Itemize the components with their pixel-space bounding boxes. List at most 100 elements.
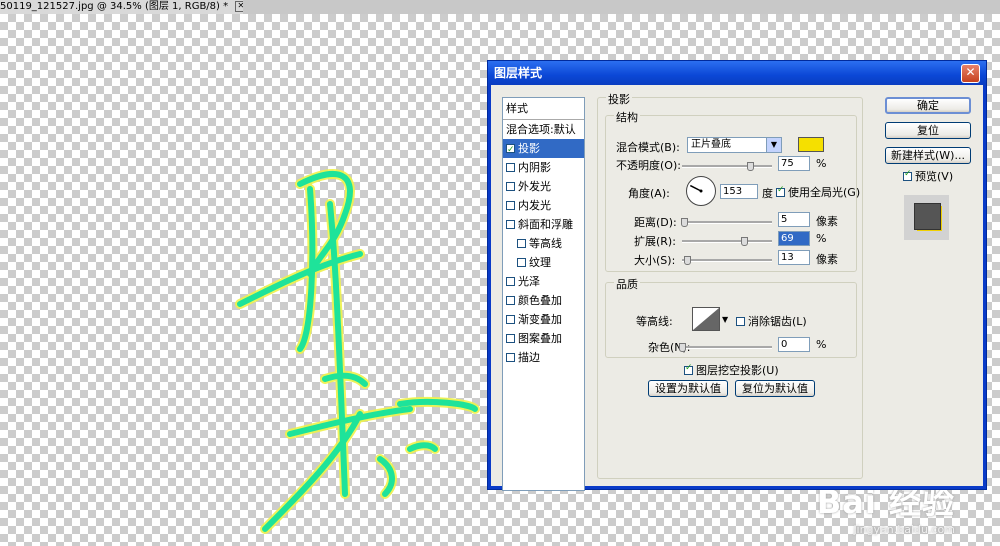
signature-glow: [235, 169, 480, 534]
noise-unit: %: [816, 338, 827, 351]
spread-input[interactable]: 69: [778, 231, 810, 246]
size-slider-thumb[interactable]: [683, 256, 691, 265]
style-list-item-label: 内阴影: [518, 161, 551, 174]
style-list-item-label: 混合选项:默认: [506, 123, 576, 136]
ok-button[interactable]: 确定: [885, 97, 971, 114]
style-list-item[interactable]: 混合选项:默认: [503, 120, 584, 139]
blend-mode-select[interactable]: 正片叠底 ▼: [687, 137, 782, 153]
checkbox-icon[interactable]: [506, 296, 515, 305]
chevron-down-icon: ▼: [766, 138, 781, 152]
contour-picker[interactable]: [692, 307, 720, 331]
contour-icon: [693, 308, 719, 330]
style-list-item-label: 描边: [518, 351, 540, 364]
make-default-button[interactable]: 设置为默认值: [648, 380, 728, 397]
size-unit: 像素: [816, 253, 838, 266]
preview-checkbox[interactable]: 预览(V): [903, 168, 953, 184]
style-list-item[interactable]: 外发光: [503, 177, 584, 196]
new-style-button[interactable]: 新建样式(W)...: [885, 147, 971, 164]
checkbox-icon[interactable]: [517, 239, 526, 248]
noise-input[interactable]: 0: [778, 337, 810, 352]
document-tab-title: 50119_121527.jpg @ 34.5% (图层 1, RGB/8) *: [0, 1, 229, 12]
style-list-item-label: 渐变叠加: [518, 313, 562, 326]
opacity-slider-thumb[interactable]: [746, 162, 754, 171]
anti-alias-label: 消除锯齿(L): [748, 315, 807, 328]
checkbox-icon[interactable]: [517, 258, 526, 267]
angle-unit: 度: [762, 187, 773, 200]
style-list-item[interactable]: 内发光: [503, 196, 584, 215]
global-light-label: 使用全局光(G): [788, 186, 861, 199]
style-list-item-label: 图案叠加: [518, 332, 562, 345]
spread-slider[interactable]: [682, 240, 772, 243]
style-list-item-label: 内发光: [518, 199, 551, 212]
style-list-header[interactable]: 样式: [503, 98, 584, 120]
style-list: 样式 混合选项:默认投影内阴影外发光内发光斜面和浮雕等高线纹理光泽颜色叠加渐变叠…: [502, 97, 585, 491]
style-list-item[interactable]: 等高线: [503, 234, 584, 253]
checkbox-icon: [903, 169, 912, 181]
size-label: 大小(S):: [634, 254, 676, 267]
distance-unit: 像素: [816, 215, 838, 228]
style-list-item-label: 纹理: [529, 256, 551, 269]
close-icon[interactable]: ✕: [235, 0, 243, 12]
checkbox-icon[interactable]: [506, 182, 515, 191]
style-list-item-label: 光泽: [518, 275, 540, 288]
distance-label: 距离(D):: [634, 216, 677, 229]
spread-label: 扩展(R):: [634, 235, 676, 248]
preview-layer: [914, 203, 941, 230]
watermark-url: jingyan.baidu.com: [853, 523, 955, 536]
shadow-color-swatch[interactable]: [798, 137, 824, 152]
style-list-item-label: 斜面和浮雕: [518, 218, 573, 231]
opacity-unit: %: [816, 157, 827, 170]
style-list-item[interactable]: 图案叠加: [503, 329, 584, 348]
reset-button[interactable]: 复位: [885, 122, 971, 139]
style-list-item[interactable]: 描边: [503, 348, 584, 367]
distance-input[interactable]: 5: [778, 212, 810, 227]
drop-shadow-group: 投影 结构 混合模式(B): 正片叠底 ▼ 不透明度(O): 75 % 角度(A…: [597, 91, 863, 479]
checkbox-icon[interactable]: [506, 277, 515, 286]
style-list-item-label: 外发光: [518, 180, 551, 193]
size-slider[interactable]: [682, 259, 772, 262]
angle-dial[interactable]: [686, 176, 716, 206]
style-list-item[interactable]: 纹理: [503, 253, 584, 272]
style-list-item[interactable]: 渐变叠加: [503, 310, 584, 329]
dialog-body: 样式 混合选项:默认投影内阴影外发光内发光斜面和浮雕等高线纹理光泽颜色叠加渐变叠…: [491, 85, 983, 491]
reset-default-button[interactable]: 复位为默认值: [735, 380, 815, 397]
angle-input[interactable]: 153: [720, 184, 758, 199]
knockout-checkbox[interactable]: 图层挖空投影(U): [684, 362, 779, 378]
quality-title: 品质: [614, 276, 640, 292]
checkbox-icon: [736, 317, 745, 326]
structure-title: 结构: [614, 109, 640, 125]
noise-slider-thumb[interactable]: [679, 343, 686, 352]
distance-slider-thumb[interactable]: [680, 218, 688, 227]
dialog-titlebar[interactable]: 图层样式 ✕: [488, 61, 986, 85]
noise-slider[interactable]: [682, 346, 772, 349]
chevron-down-icon[interactable]: ▼: [722, 315, 728, 324]
anti-alias-checkbox[interactable]: 消除锯齿(L): [736, 313, 807, 329]
checkbox-icon[interactable]: [506, 220, 515, 229]
checkbox-icon[interactable]: [506, 353, 515, 362]
style-list-item[interactable]: 光泽: [503, 272, 584, 291]
checkbox-icon[interactable]: [506, 163, 515, 172]
structure-group: 结构 混合模式(B): 正片叠底 ▼ 不透明度(O): 75 % 角度(A):: [605, 109, 860, 272]
checkbox-icon[interactable]: [506, 334, 515, 343]
spread-unit: %: [816, 232, 827, 245]
opacity-slider[interactable]: [682, 165, 772, 168]
checkbox-icon[interactable]: [506, 315, 515, 324]
style-list-item[interactable]: 内阴影: [503, 158, 584, 177]
style-list-item[interactable]: 斜面和浮雕: [503, 215, 584, 234]
checkbox-icon[interactable]: [506, 141, 515, 160]
preview-label: 预览(V): [915, 170, 954, 183]
checkbox-icon[interactable]: [506, 201, 515, 210]
close-button[interactable]: ✕: [961, 64, 980, 83]
opacity-input[interactable]: 75: [778, 156, 810, 171]
size-input[interactable]: 13: [778, 250, 810, 265]
style-list-item[interactable]: 颜色叠加: [503, 291, 584, 310]
distance-slider[interactable]: [682, 221, 772, 224]
style-list-item-label: 投影: [518, 142, 540, 155]
global-light-checkbox[interactable]: 使用全局光(G): [776, 184, 860, 200]
document-tab[interactable]: 50119_121527.jpg @ 34.5% (图层 1, RGB/8) *…: [0, 0, 243, 15]
opacity-label: 不透明度(O):: [616, 159, 681, 172]
style-list-item[interactable]: 投影: [503, 139, 584, 160]
knockout-label: 图层挖空投影(U): [696, 364, 779, 377]
angle-label: 角度(A):: [628, 187, 670, 200]
spread-slider-thumb[interactable]: [741, 237, 749, 246]
